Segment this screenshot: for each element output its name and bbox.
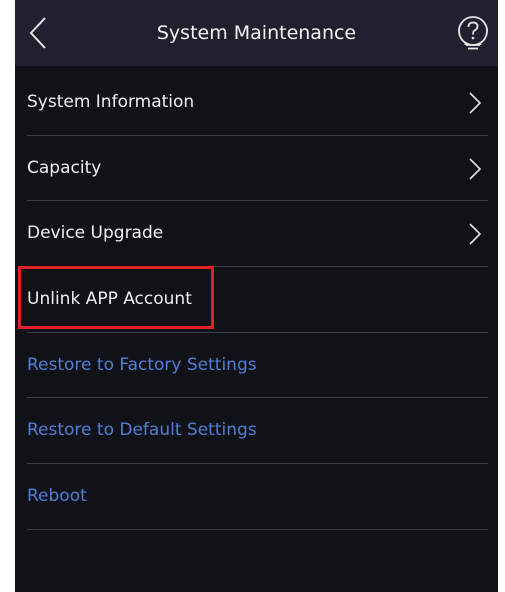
maintenance-menu: System Information Capacity Device Upgra… <box>15 70 498 530</box>
page-title: System Maintenance <box>156 22 357 44</box>
menu-item-label: System Information <box>27 92 195 112</box>
menu-item-label: Reboot <box>27 486 87 507</box>
menu-item-unlink-app-account[interactable]: Unlink APP Account <box>15 267 498 333</box>
back-button[interactable] <box>25 15 59 51</box>
menu-item-reboot[interactable]: Reboot <box>15 464 498 530</box>
chevron-right-icon <box>469 223 482 245</box>
menu-item-label: Restore to Default Settings <box>27 420 257 441</box>
menu-item-label: Unlink APP Account <box>27 289 192 310</box>
help-button[interactable] <box>455 14 491 52</box>
chevron-left-icon <box>29 17 46 49</box>
chevron-right-icon <box>469 92 482 114</box>
menu-item-restore-factory-settings[interactable]: Restore to Factory Settings <box>15 333 498 399</box>
menu-item-system-information[interactable]: System Information <box>15 70 498 136</box>
menu-item-label: Capacity <box>27 157 102 178</box>
divider <box>27 528 488 530</box>
help-icon <box>458 16 488 50</box>
menu-item-capacity[interactable]: Capacity <box>15 136 498 202</box>
chevron-right-icon <box>469 158 482 180</box>
header-bar: System Maintenance <box>15 0 498 66</box>
menu-item-device-upgrade[interactable]: Device Upgrade <box>15 201 498 268</box>
menu-item-restore-default-settings[interactable]: Restore to Default Settings <box>15 398 498 465</box>
menu-item-label: Restore to Factory Settings <box>27 354 257 375</box>
menu-item-label: Device Upgrade <box>27 223 164 244</box>
device-screen: System Maintenance System Information Ca… <box>15 0 498 592</box>
